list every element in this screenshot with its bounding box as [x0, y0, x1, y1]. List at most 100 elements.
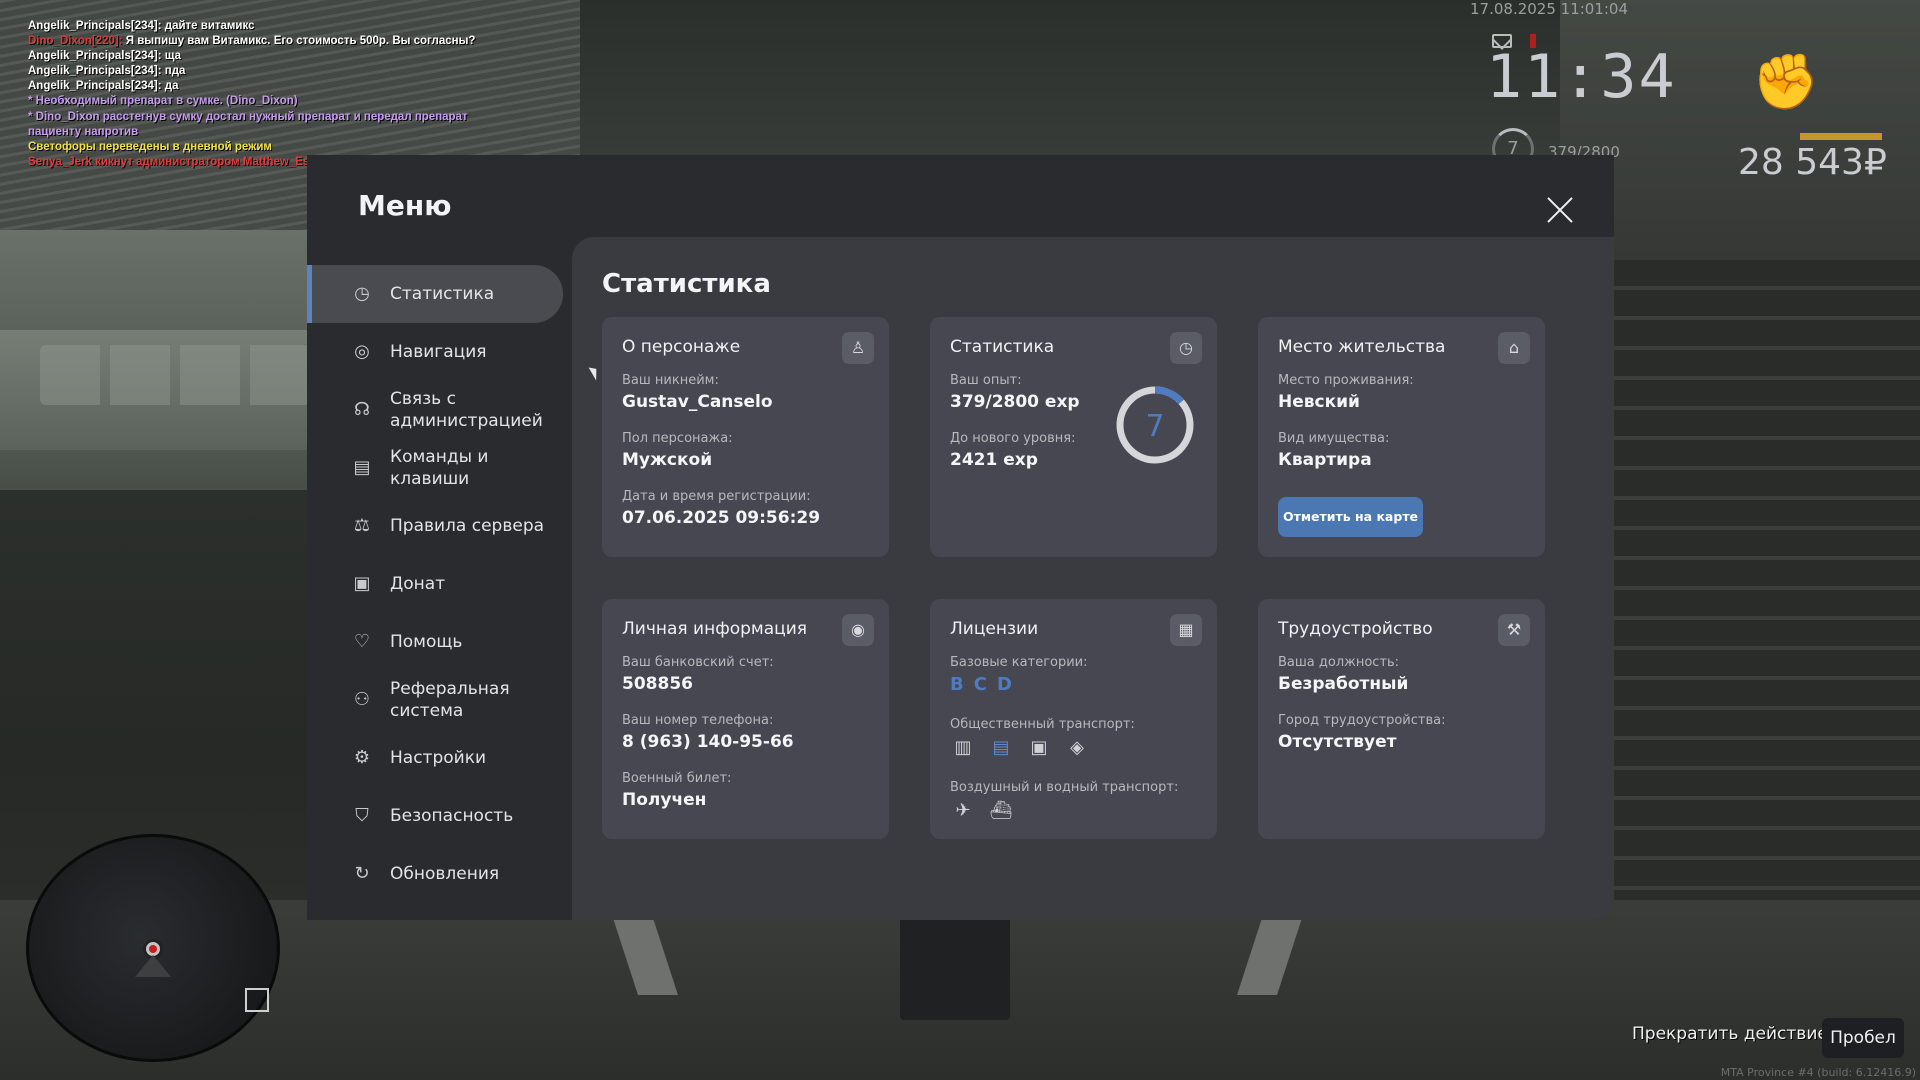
military-label: Военный билет:: [622, 771, 732, 786]
license-category: B: [950, 674, 964, 695]
menu-panel: Меню ◷ Статистика ◎ Навигация ☊ Связь с админ…: [307, 155, 1614, 920]
taxi-icon: ◈: [1070, 737, 1084, 758]
card-personal-info: Личная информация ◉ Ваш банковский счет:…: [602, 599, 889, 839]
menu-title: Меню: [358, 189, 452, 222]
chat-line: пациенту напротив: [28, 125, 139, 138]
sidebar-icon: ↻: [354, 863, 370, 884]
sidebar-icon: ⚙: [353, 747, 371, 768]
level-number: 7: [1145, 409, 1164, 444]
sidebar-icon: ◷: [354, 283, 370, 304]
card-title: Лицензии: [950, 619, 1039, 639]
place-value: Невский: [1278, 392, 1360, 412]
exp-label: Ваш опыт:: [950, 373, 1022, 388]
chat-line: Angelik_Principals[234]: ща: [28, 50, 182, 63]
sidebar-item-6[interactable]: ♡ Помощь: [307, 613, 572, 671]
minimap-waypoint: [245, 988, 269, 1012]
profile-icon: ◉: [842, 614, 874, 646]
sidebar-item-label: Обновления: [390, 864, 500, 884]
bank-label: Ваш банковский счет:: [622, 655, 774, 670]
space-key-button[interactable]: Пробел: [1822, 1018, 1904, 1058]
sidebar-icon: ◎: [354, 341, 370, 362]
chat-line: Angelik_Principals[234]: дайте витамикс: [28, 20, 255, 32]
sidebar-icon: ▤: [353, 457, 371, 478]
sidebar-item-label: Помощь: [390, 632, 463, 652]
card-residence: Место жительства ⌂ Место проживания: Невс…: [1258, 317, 1545, 557]
next-level-value: 2421 exp: [950, 450, 1038, 470]
chat-line: Светофоры переведены в дневной режим: [28, 140, 272, 153]
plane-icon: ✈: [955, 800, 971, 821]
chart-icon: ◷: [1170, 332, 1202, 364]
card-title: Статистика: [950, 337, 1055, 357]
card-title: Личная информация: [622, 619, 808, 639]
sidebar-item-label: Правила сервера: [390, 516, 545, 536]
content-title: Статистика: [602, 269, 771, 299]
air-water-icons: ✈ ⛴: [950, 799, 1178, 823]
card-title: Трудоустройство: [1278, 619, 1433, 639]
chat-log: Angelik_Principals[234]: дайте витамикс D…: [28, 19, 475, 170]
gender-value: Мужской: [622, 450, 713, 470]
reg-value: 07.06.2025 09:56:29: [622, 508, 821, 528]
sidebar-item-label: Команды и клавиши: [390, 447, 489, 489]
property-type-label: Вид имущества:: [1278, 431, 1390, 446]
tram-icon: ▣: [1030, 737, 1048, 758]
bank-value: 508856: [622, 674, 693, 694]
job-city-label: Город трудоустройства:: [1278, 713, 1446, 728]
military-value: Получен: [622, 790, 707, 810]
sidebar-icon: ⛉: [355, 805, 369, 826]
card-title: О персонаже: [622, 337, 741, 357]
public-transport-icons: ▥ ▤ ▣ ◈: [950, 736, 1135, 760]
license-category: D: [996, 674, 1012, 695]
sidebar-icon: ⚖: [353, 515, 371, 536]
phone-value: 8 (963) 140-95-66: [622, 732, 794, 752]
person-icon: ♙: [842, 332, 874, 364]
sidebar-icon: ♡: [353, 631, 371, 652]
card-employment: Трудоустройство ⚒ Ваша должность: Безрабо…: [1258, 599, 1545, 839]
benches: [40, 345, 310, 405]
minimap-player-marker: [135, 937, 171, 981]
exp-value: 379/2800 exp: [950, 392, 1080, 412]
position-label: Ваша должность:: [1278, 655, 1400, 670]
sidebar-item-1[interactable]: ◎ Навигация: [307, 323, 572, 381]
action-prompt: Прекратить действие: [1632, 1024, 1828, 1044]
sidebar-item-0[interactable]: ◷ Статистика: [307, 265, 563, 323]
sidebar-item-10[interactable]: ↻ Обновления: [307, 845, 572, 903]
gender-label: Пол персонажа:: [622, 431, 733, 446]
sidebar-icon: ☊: [354, 399, 370, 420]
sidebar-item-label: Реферальная система: [390, 679, 510, 721]
home-icon: ⌂: [1498, 332, 1530, 364]
card-title: Место жительства: [1278, 337, 1446, 357]
base-categories-label: Базовые категории:: [950, 655, 1088, 670]
license-icon: ▦: [1170, 614, 1202, 646]
bus-icon: ▥: [954, 737, 972, 758]
sidebar-item-3[interactable]: ▤ Команды и клавиши: [307, 439, 572, 497]
sidebar-icon: ▣: [353, 573, 371, 594]
card-statistics: Статистика ◷ Ваш опыт: 379/2800 exp До но…: [930, 317, 1217, 557]
job-city-value: Отсутствует: [1278, 732, 1397, 752]
sidebar-item-4[interactable]: ⚖ Правила сервера: [307, 497, 572, 555]
sidebar-item-8[interactable]: ⚙ Настройки: [307, 729, 572, 787]
sidebar-item-9[interactable]: ⛉ Безопасность: [307, 787, 572, 845]
fist-icon: ✊: [1752, 50, 1820, 113]
close-icon[interactable]: [1545, 195, 1575, 225]
property-type-value: Квартира: [1278, 450, 1372, 470]
sidebar-item-label: Донат: [390, 574, 446, 594]
trolleybus-icon: ▤: [992, 737, 1010, 758]
level-progress-ring: 7: [1116, 386, 1194, 464]
hud-date: 17.08.2025 11:01:04: [1470, 0, 1629, 18]
nick-label: Ваш никнейм:: [622, 373, 719, 388]
license-categories: BCD: [950, 674, 1088, 695]
card-character: О персонаже ♙ Ваш никнейм: Gustav_Canselo…: [602, 317, 889, 557]
next-level-label: До нового уровня:: [950, 431, 1076, 446]
position-value: Безработный: [1278, 674, 1409, 694]
sidebar-item-2[interactable]: ☊ Связь с администрацией: [307, 381, 572, 439]
public-transport-label: Общественный транспорт:: [950, 717, 1135, 732]
stats-content: Статистика О персонаже ♙ Ваш никнейм: Gus…: [572, 237, 1614, 920]
hud-money: 28 543₽: [1738, 142, 1887, 183]
sidebar-item-label: Связь с администрацией: [390, 389, 543, 431]
sidebar-item-7[interactable]: ⚇ Реферальная система: [307, 671, 572, 729]
chat-line: * Необходимый препарат в сумке. (Dino_Di…: [28, 95, 298, 108]
mark-on-map-button[interactable]: Отметить на карте: [1278, 497, 1423, 537]
sidebar-item-5[interactable]: ▣ Донат: [307, 555, 572, 613]
sidebar-icon: ⚇: [353, 689, 371, 710]
card-licenses: Лицензии ▦ Базовые категории: B C D Обществ…: [930, 599, 1217, 839]
